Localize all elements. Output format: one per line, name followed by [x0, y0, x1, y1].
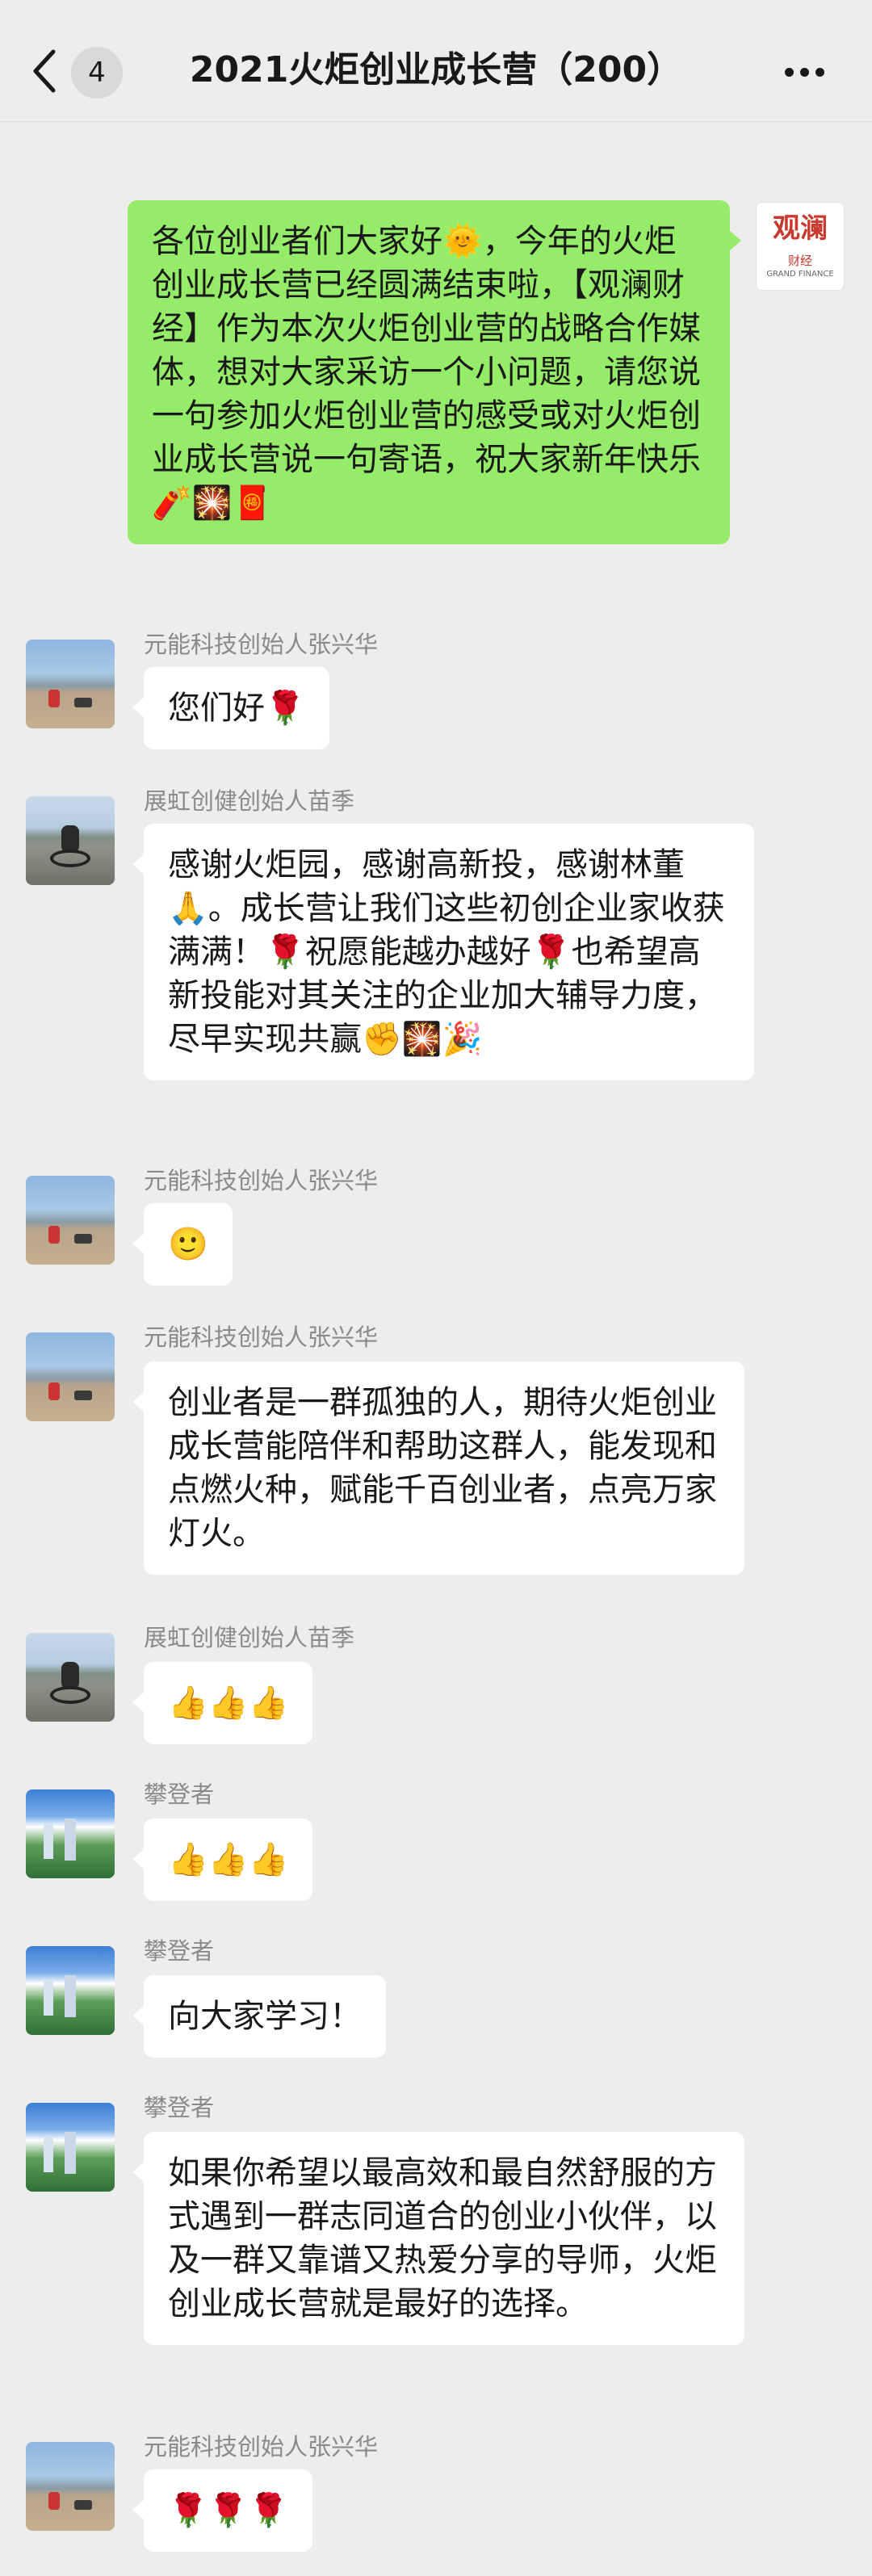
avatar-logo[interactable]: 观澜 财经 GRAND FINANCE — [756, 202, 845, 291]
chat-header: 4 2021火炬创业成长营（200） — [0, 0, 872, 122]
message-bubble[interactable]: 向大家学习！ — [132, 1975, 386, 2058]
sender-name: 元能科技创始人张兴华 — [144, 1167, 379, 1194]
logo-english-text: GRAND FINANCE — [766, 270, 834, 279]
unread-count-badge[interactable]: 4 — [71, 47, 123, 99]
avatar[interactable] — [26, 1332, 115, 1421]
message-bubble[interactable]: 您们好🌹 — [132, 667, 329, 749]
chat-title: 2021火炬创业成长营（200） — [189, 49, 683, 90]
message-bubble[interactable]: 创业者是一群孤独的人，期待火炬创业成长营能陪伴和帮助这群人，能发现和点燃火种，赋… — [132, 1361, 744, 1575]
sender-name: 攀登者 — [144, 2094, 215, 2121]
logo-mark-text: 观澜 — [773, 212, 828, 245]
message-bubble[interactable]: 🙂 — [132, 1203, 233, 1286]
avatar[interactable] — [26, 1176, 115, 1265]
sender-name: 攀登者 — [144, 1781, 215, 1808]
sender-name: 攀登者 — [144, 1937, 215, 1965]
avatar[interactable] — [26, 640, 115, 728]
sender-name: 展虹创健创始人苗季 — [144, 1624, 355, 1651]
avatar[interactable] — [26, 2103, 115, 2192]
avatar[interactable] — [26, 796, 115, 885]
chevron-left-icon[interactable] — [29, 47, 61, 93]
message-bubble[interactable]: 各位创业者们大家好🌞，今年的火炬创业成长营已经圆满结束啦，【观澜财经】作为本次火… — [128, 200, 741, 544]
message-bubble[interactable]: 感谢火炬园，感谢高新投，感谢林董🙏。成长营让我们这些初创企业家收获满满！🌹祝愿能… — [132, 824, 754, 1080]
sender-name: 展虹创健创始人苗季 — [144, 787, 355, 815]
sender-name: 元能科技创始人张兴华 — [144, 1324, 379, 1351]
avatar[interactable] — [26, 1946, 115, 2035]
message-bubble[interactable]: 如果你希望以最高效和最自然舒服的方式遇到一群志同道合的创业小伙伴，以及一群又靠谱… — [132, 2132, 744, 2345]
avatar[interactable] — [26, 2442, 115, 2531]
message-bubble[interactable]: 👍👍👍 — [132, 1662, 313, 1744]
more-dots-icon[interactable] — [785, 65, 833, 81]
logo-sub-text: 财经 — [787, 254, 812, 268]
sender-name: 元能科技创始人张兴华 — [144, 2433, 379, 2461]
avatar[interactable] — [26, 1633, 115, 1722]
sender-name: 元能科技创始人张兴华 — [144, 631, 379, 658]
avatar[interactable] — [26, 1789, 115, 1878]
message-bubble[interactable]: 🌹🌹🌹 — [132, 2469, 313, 2552]
message-bubble[interactable]: 👍👍👍 — [132, 1819, 313, 1901]
